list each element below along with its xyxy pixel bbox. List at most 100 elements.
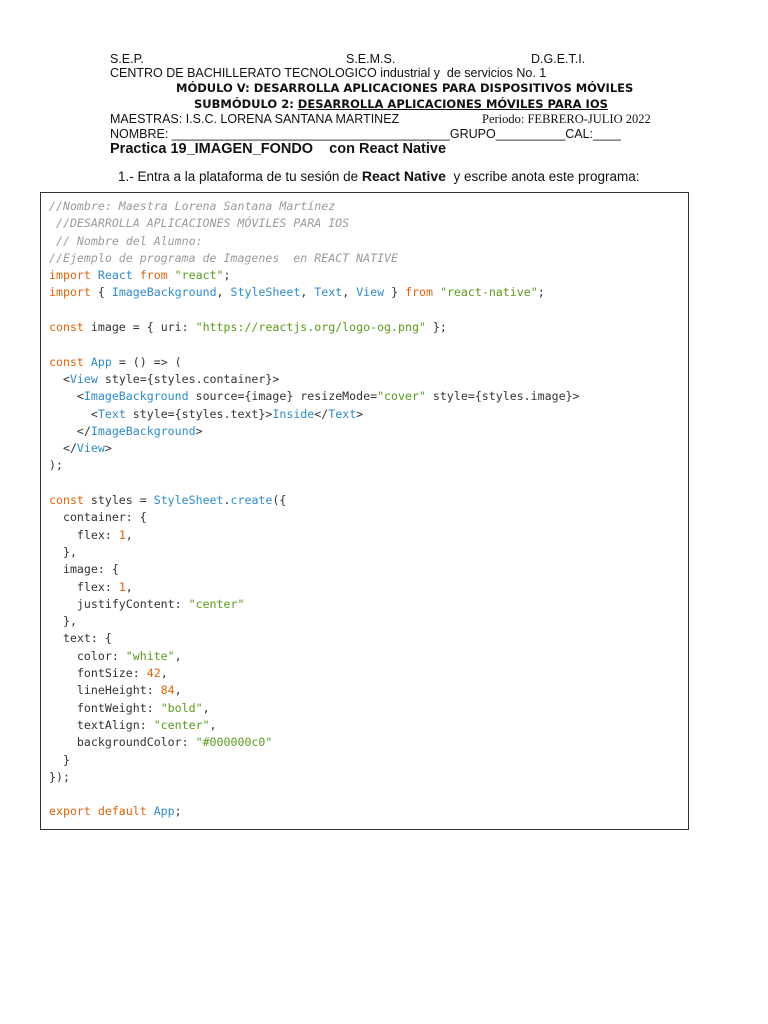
code-token: , [342, 285, 357, 300]
code-token: "bold" [160, 700, 203, 715]
code-token: } [49, 752, 70, 767]
header-maestras: MAESTRAS: I.S.C. LORENA SANTANA MARTINEZ [110, 112, 400, 126]
code-token: styles = [90, 493, 154, 508]
code-token: justifyContent: [49, 596, 189, 611]
code-token: style={styles.image}> [425, 389, 580, 404]
code-line: flex: 1, [49, 527, 580, 544]
practica-title: Practica 19_IMAGEN_FONDO con React Nativ… [110, 141, 447, 157]
code-token: //DESARROLLA APLICACIONES MÓVILES PARA I… [49, 216, 350, 231]
header-centro: CENTRO DE BACHILLERATO TECNOLOGICO indus… [110, 66, 547, 80]
code-token: </ [314, 406, 329, 421]
code-token: ImageBackground [90, 423, 196, 438]
code-token: lineHeight: [49, 683, 161, 698]
code-token: < [49, 371, 70, 386]
code-token: }, [49, 544, 77, 559]
code-token: from [405, 285, 440, 300]
code-token: </ [49, 441, 77, 456]
code-token: import [49, 268, 98, 283]
code-token: App [90, 354, 112, 369]
code-line: //Nombre: Maestra Lorena Santana Martíne… [49, 198, 580, 215]
code-token: React [97, 268, 140, 283]
code-line: const styles = StyleSheet.create({ [49, 492, 580, 509]
code-token: > [104, 441, 112, 456]
code-line: }, [49, 544, 580, 561]
code-token: = () => ( [111, 354, 182, 369]
code-token: View [69, 371, 98, 386]
code-token: , [216, 285, 231, 300]
code-token: , [174, 683, 182, 698]
code-line: justifyContent: "center" [49, 596, 580, 613]
code-token: App [153, 804, 175, 819]
code-line: //Ejemplo de programa de Imagenes en REA… [49, 250, 580, 267]
code-token: ); [49, 458, 63, 473]
code-token: ({ [272, 493, 287, 508]
code-line: fontWeight: "bold", [49, 700, 580, 717]
header-modulo: MÓDULO V: DESARROLLA APLICACIONES PARA D… [176, 81, 634, 95]
code-token: </ [49, 423, 91, 438]
code-token: const [49, 493, 91, 508]
code-token: textAlign: [49, 717, 154, 732]
code-line: </View> [49, 440, 580, 457]
code-token: const [49, 354, 91, 369]
code-token: < [49, 406, 98, 421]
code-line: flex: 1, [49, 579, 580, 596]
code-line: const image = { uri: "https://reactjs.or… [49, 319, 580, 336]
code-token: , [174, 648, 182, 663]
code-line: }, [49, 613, 580, 630]
code-line: </ImageBackground> [49, 423, 580, 440]
code-token: } [384, 285, 406, 300]
code-token: , [202, 700, 210, 715]
code-token: create [230, 493, 273, 508]
code-line: <View style={styles.container}> [49, 371, 580, 388]
code-token: text: { [49, 631, 112, 646]
instruction: 1.- Entra a la plataforma de tu sesión d… [118, 168, 640, 185]
submodulo-prefix: SUBMÓDULO 2: [194, 97, 298, 111]
code-token: import [49, 285, 98, 300]
code-token: "cover" [377, 389, 426, 404]
code-token: View [76, 441, 105, 456]
code-token: image: { [49, 562, 119, 577]
code-token: , [125, 527, 133, 542]
code-line: backgroundColor: "#000000c0" [49, 734, 580, 751]
code-token: fontSize: [49, 666, 147, 681]
code-token: "react" [174, 268, 224, 283]
code-token: ; [537, 285, 545, 300]
code-token: , [125, 579, 133, 594]
code-line: } [49, 752, 580, 769]
code-line: export default App; [49, 803, 580, 820]
submodulo-title: DESARROLLA APLICACIONES MÓVILES PARA IOS [297, 97, 608, 111]
code-token: ; [223, 268, 231, 283]
code-token: from [139, 268, 175, 283]
header-sep: S.E.P. [110, 52, 144, 66]
code-line: text: { [49, 630, 580, 647]
code-token: Inside [272, 406, 315, 421]
code-token: { [97, 285, 112, 300]
code-token: // Nombre del Alumno: [49, 233, 203, 248]
code-line: ); [49, 457, 580, 474]
code-token: 1 [118, 527, 126, 542]
code-token: Text [328, 406, 357, 421]
code-token: . [223, 493, 231, 508]
code-token: color: [49, 648, 126, 663]
header-dgeti: D.G.E.T.I. [531, 52, 586, 66]
code-token: StyleSheet [153, 493, 224, 508]
code-token: 1 [118, 579, 126, 594]
code-line: import React from "react"; [49, 267, 580, 284]
code-token: ; [174, 804, 182, 819]
code-token: > [195, 423, 203, 438]
code-token: //Ejemplo de programa de Imagenes en REA… [49, 250, 399, 265]
code-token: ImageBackground [83, 389, 189, 404]
code-token: style={styles.text}> [125, 406, 273, 421]
code-token: ImageBackground [111, 285, 217, 300]
code-line: <Text style={styles.text}>Inside</Text> [49, 406, 580, 423]
code-token: backgroundColor: [49, 735, 196, 750]
code-token: }); [49, 769, 70, 784]
code-line: <ImageBackground source={image} resizeMo… [49, 388, 580, 405]
code-token: "react-native" [439, 285, 538, 300]
code-line: lineHeight: 84, [49, 682, 580, 699]
code-token: 42 [146, 666, 161, 681]
code-token: image = { uri: [90, 320, 196, 335]
code-line: // Nombre del Alumno: [49, 233, 580, 250]
